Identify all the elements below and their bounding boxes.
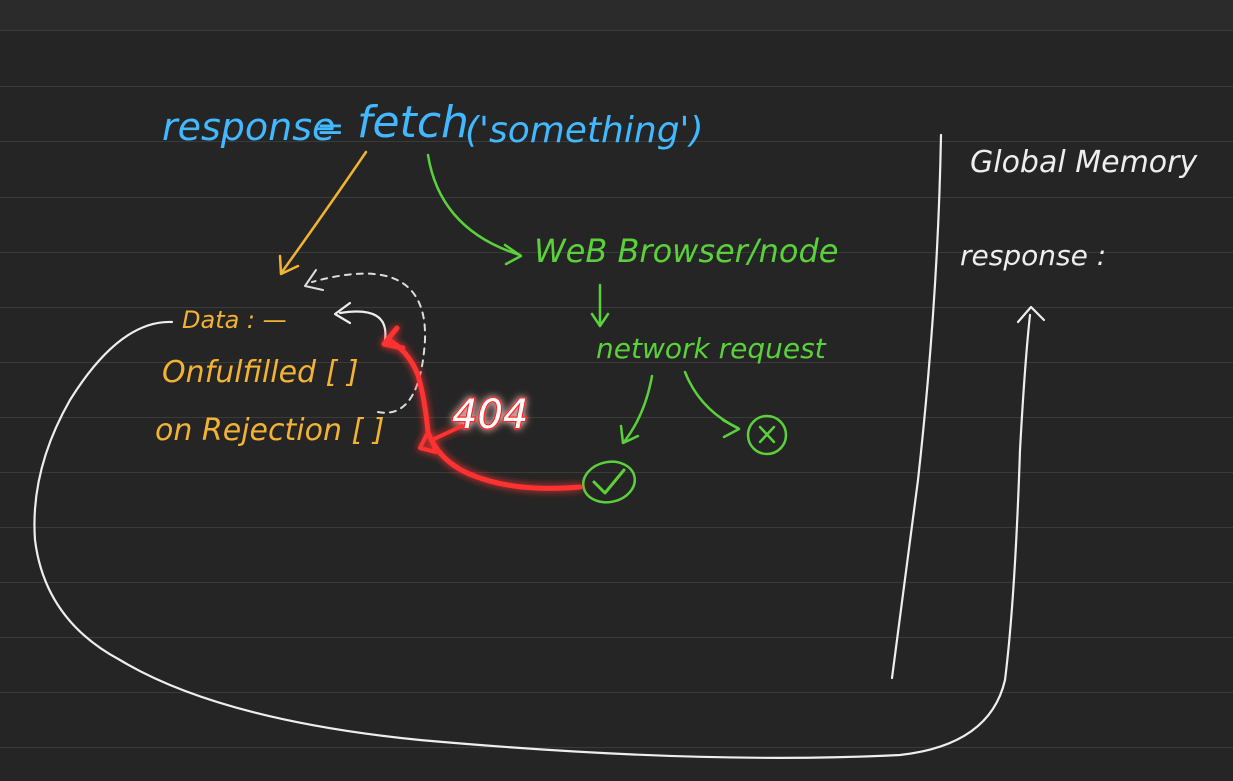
- request-to-success-arrow: [622, 374, 654, 444]
- fetch-to-browser-arrow: [426, 153, 522, 257]
- onrejection-label: on Rejection [ ]: [155, 413, 384, 448]
- response-variable-text: response: [162, 105, 335, 149]
- equals-sign-text: =: [316, 109, 345, 149]
- diagram-ink: response = fetch ('something') WeB Brows…: [33, 97, 1198, 759]
- onfulfilled-label: Onfulfilled [ ]: [162, 355, 359, 390]
- check-circle-icon: [581, 460, 637, 504]
- dashed-arc-arrowhead: [304, 269, 324, 291]
- whiteboard-canvas: response = fetch ('something') WeB Brows…: [0, 0, 1233, 781]
- red-response-path: 404: [381, 325, 583, 491]
- data-field-label: Data : —: [182, 306, 287, 334]
- fetch-to-browser-arrowhead: [503, 243, 523, 266]
- fulfilled-to-data-arrow: [338, 310, 387, 342]
- memory-divider-line: [890, 133, 943, 680]
- fetch-call-text: fetch: [357, 97, 469, 148]
- x-circle-icon: [746, 414, 788, 456]
- memory-response-entry: response :: [960, 239, 1106, 272]
- global-memory-title: Global Memory: [970, 145, 1198, 180]
- status-404-text: 404: [452, 392, 528, 438]
- request-to-failure-arrowhead: [721, 418, 741, 439]
- network-request-label: network request: [596, 332, 827, 365]
- browser-label: WeB Browser/node: [534, 232, 838, 270]
- fetch-to-data-arrow: [280, 150, 368, 274]
- data-to-memory-arrowhead: [1016, 305, 1046, 324]
- fetch-argument-text: ('something'): [465, 110, 703, 151]
- request-to-failure-arrow: [683, 370, 740, 430]
- dashed-rejection-arc: [311, 272, 427, 414]
